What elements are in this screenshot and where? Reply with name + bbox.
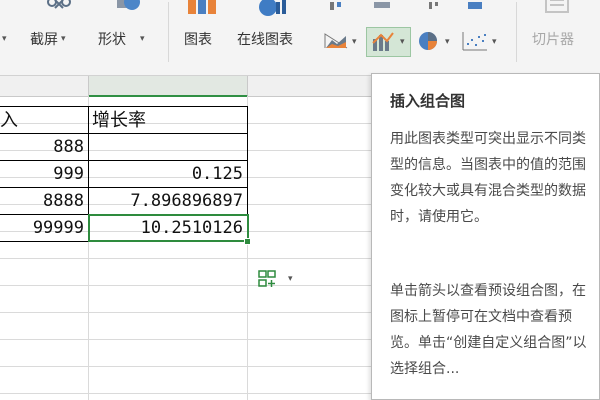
fill-handle[interactable] [244, 238, 251, 245]
slicer-button[interactable]: 切片器 [528, 0, 594, 60]
cell-header-income[interactable]: 入 [0, 107, 88, 134]
scatter-chart-caret-icon[interactable]: ▾ [492, 37, 497, 47]
shapes-icon [115, 0, 141, 16]
separator [168, 2, 169, 62]
online-chart-label: 在线图表 [237, 32, 293, 48]
combo-chart-tooltip: 插入组合图 用此图表类型可突出显示不同类型的信息。当图表中的值的范围变化较大或具… [371, 73, 600, 400]
table-cell[interactable]: 99999 [0, 215, 88, 242]
radar-chart-small-icon[interactable] [466, 0, 486, 9]
combo-chart-button[interactable]: ▾ [366, 27, 411, 57]
online-chart-icon [258, 0, 288, 18]
tooltip-instructions: 单击箭头以查看预设组合图，在图标上暂停可在文档中查看预览。单击“创建自定义组合图… [390, 283, 587, 377]
column-header[interactable] [248, 76, 372, 97]
scatter-chart-icon[interactable] [462, 31, 488, 51]
column-header-selected[interactable] [89, 76, 248, 97]
chart-button[interactable]: 图表 [180, 0, 228, 60]
screenshot-icon [46, 0, 72, 16]
table-cell[interactable] [89, 134, 247, 161]
slicer-label: 切片器 [532, 32, 574, 48]
combo-chart-icon [371, 31, 395, 53]
area-chart-caret-icon[interactable]: ▾ [352, 37, 357, 47]
shapes-button[interactable]: 形状 ▾ [97, 0, 161, 60]
cell-header-growth-rate[interactable]: 增长率 [92, 107, 247, 134]
table-cell[interactable]: 7.896896897 [89, 188, 247, 215]
chart-icon [186, 0, 222, 16]
separator [516, 2, 517, 62]
paste-options-icon [258, 270, 278, 288]
stock-chart-small-icon[interactable] [425, 0, 445, 9]
paste-options-caret-icon[interactable]: ▾ [288, 274, 293, 284]
ribbon-toolbar: ▾ 截屏 ▾ 形状 ▾ 图表 在线图表 ▾ ▾ ▾ ▾ 切片器 [0, 0, 600, 76]
shapes-caret-icon[interactable]: ▾ [140, 34, 145, 44]
area-chart-icon[interactable] [324, 30, 348, 50]
pie-chart-icon[interactable] [418, 31, 440, 51]
chart-label: 图表 [184, 32, 212, 48]
tooltip-title: 插入组合图 [390, 92, 466, 110]
shapes-label: 形状 [98, 32, 126, 48]
dropdown-caret[interactable]: ▾ [2, 34, 7, 44]
table-cell[interactable]: 888 [0, 134, 88, 161]
screenshot-caret-icon[interactable]: ▾ [61, 34, 66, 44]
screenshot-label: 截屏 [30, 32, 58, 48]
tooltip-description: 用此图表类型可突出显示不同类型的信息。当图表中的值的范围变化较大或具有混合类型的… [390, 131, 586, 225]
line-chart-small-icon[interactable] [372, 0, 392, 8]
bar-chart-small-icon[interactable] [328, 0, 348, 10]
table-cell[interactable]: 999 [0, 161, 88, 188]
combo-chart-caret-icon[interactable]: ▾ [400, 37, 405, 47]
active-cell-border [88, 214, 249, 242]
column-header[interactable] [0, 76, 89, 97]
pie-chart-caret-icon[interactable]: ▾ [445, 37, 450, 47]
table-cell[interactable]: 8888 [0, 188, 88, 215]
paste-options-button[interactable]: ▾ [258, 268, 300, 290]
table-cell[interactable]: 0.125 [89, 161, 247, 188]
online-chart-button[interactable]: 在线图表 [234, 0, 318, 60]
slicer-icon [544, 0, 570, 16]
screenshot-button[interactable]: 截屏 ▾ [28, 0, 96, 60]
